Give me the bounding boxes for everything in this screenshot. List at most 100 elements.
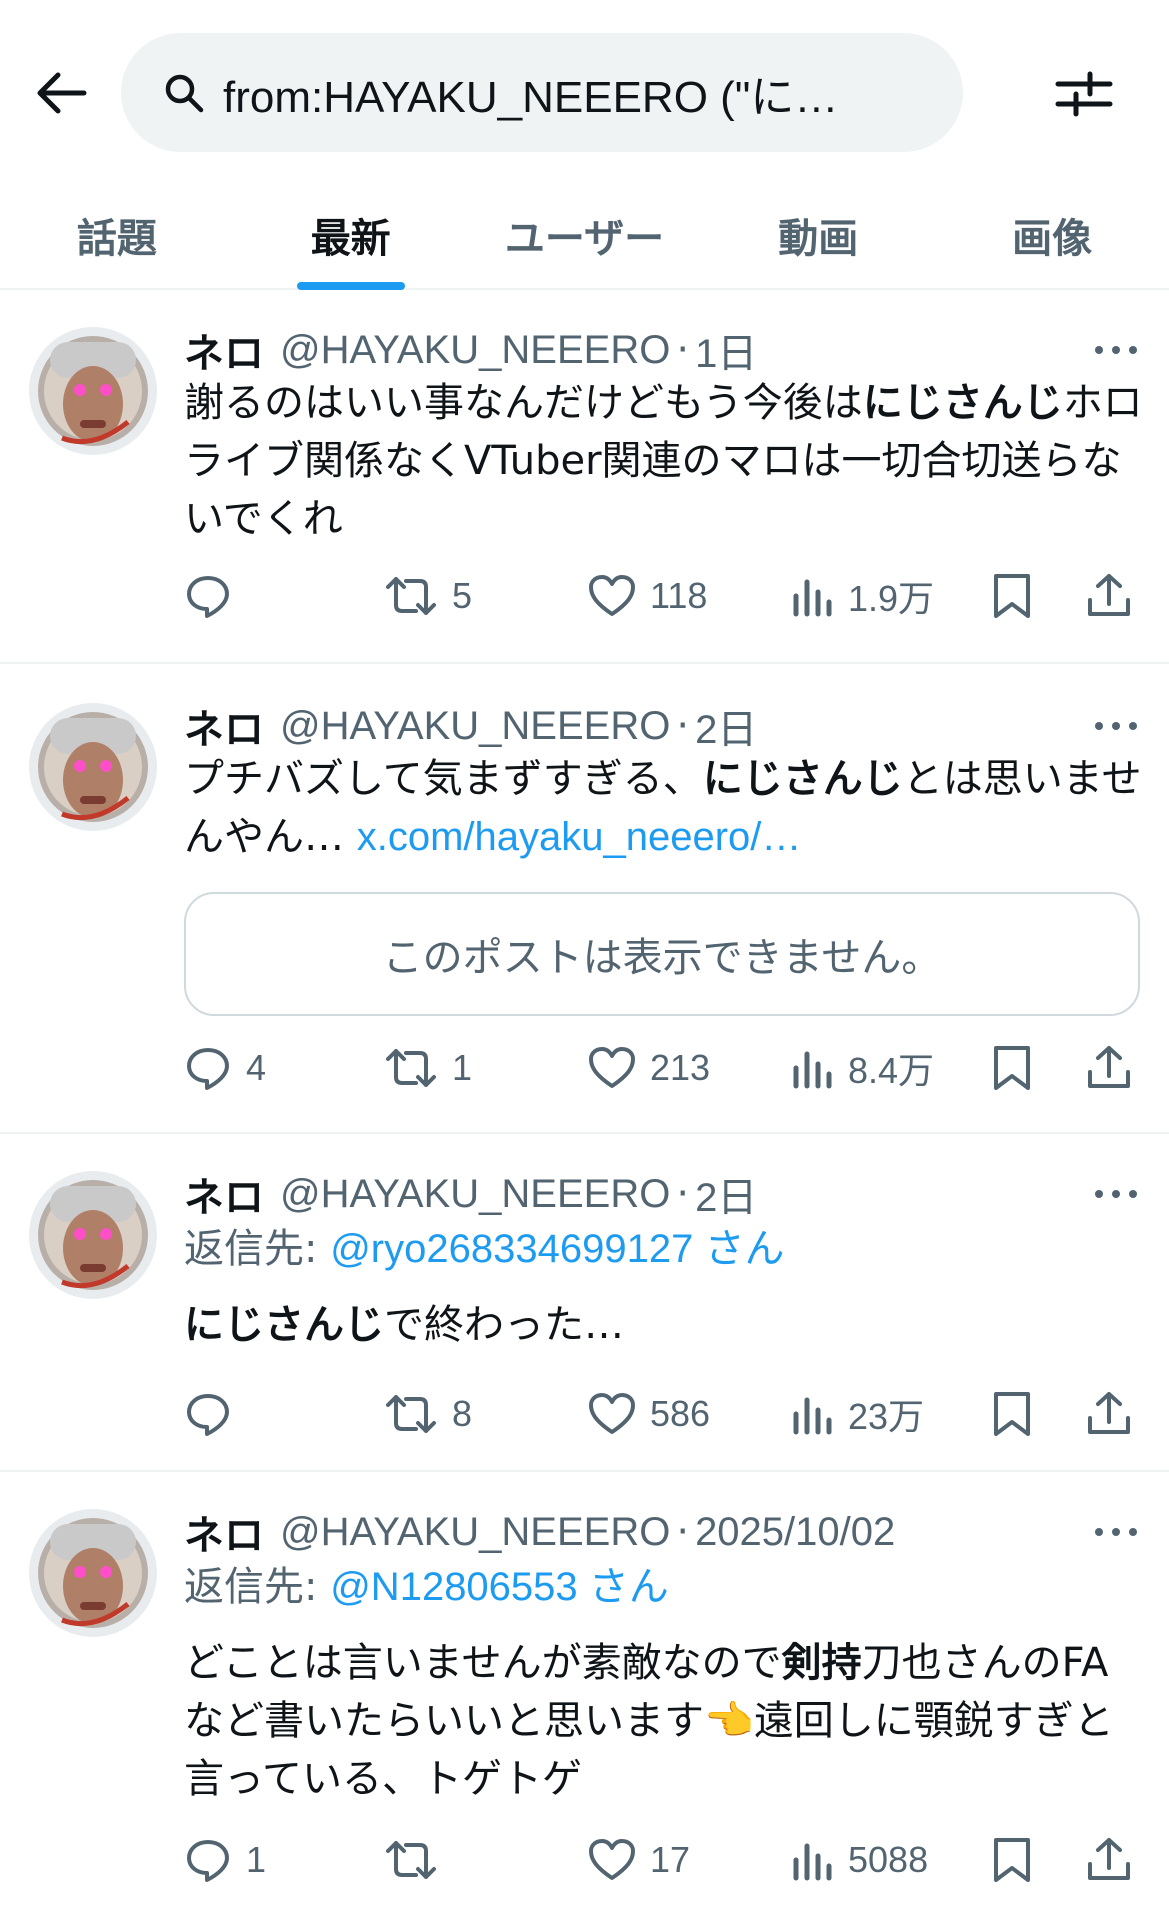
tab-videos[interactable]: 動画: [701, 182, 935, 288]
tweet[interactable]: ネロ @HAYAKU_NEEERO · 1日 謝るのはいい事なんだけどもう今後は…: [0, 290, 1169, 664]
more-dots-icon: [1095, 1528, 1137, 1536]
views-button[interactable]: 23万: [792, 1384, 924, 1444]
avatar[interactable]: [28, 1170, 158, 1300]
tweet[interactable]: ネロ @HAYAKU_NEEERO · 2025/10/02 返信先: @N12…: [0, 1472, 1169, 1921]
bookmark-icon: [994, 1838, 1030, 1882]
avatar[interactable]: [28, 702, 158, 832]
search-tabs: 話題 最新 ユーザー 動画 画像: [0, 182, 1169, 290]
tweet[interactable]: ネロ @HAYAKU_NEEERO · 2日 返信先: @ryo26833469…: [0, 1134, 1169, 1472]
like-button[interactable]: 586: [588, 1384, 710, 1444]
repost-button[interactable]: [384, 1830, 452, 1890]
back-arrow-icon: [37, 72, 87, 114]
reply-button[interactable]: [184, 1384, 246, 1444]
tweet-actions: 5 118 1.9万: [184, 566, 1144, 626]
repost-count: 1: [452, 1047, 473, 1088]
bookmark-button[interactable]: [992, 1384, 1032, 1444]
back-button[interactable]: [30, 62, 92, 124]
avatar[interactable]: [28, 1508, 158, 1638]
tweet-time[interactable]: 1日: [695, 321, 757, 379]
highlighted-term: にじさんじ: [702, 756, 903, 802]
repost-count: 5: [452, 575, 473, 616]
repost-button[interactable]: 8: [384, 1384, 472, 1444]
repost-icon: [386, 1841, 436, 1879]
view-count: 23万: [848, 1396, 925, 1437]
view-count: 8.4万: [848, 1050, 935, 1091]
repost-button[interactable]: 5: [384, 566, 472, 626]
tab-label: 最新: [310, 216, 391, 262]
tweet-time[interactable]: 2日: [695, 1165, 757, 1223]
display-name[interactable]: ネロ: [184, 697, 264, 755]
search-input[interactable]: from:HAYAKU_NEEERO ("に…: [121, 33, 963, 152]
reply-icon: [187, 1048, 229, 1090]
share-icon: [1088, 1046, 1130, 1088]
like-button[interactable]: 17: [588, 1830, 690, 1890]
more-dots-icon: [1095, 1190, 1137, 1198]
reply-count: 1: [246, 1839, 267, 1880]
tab-media[interactable]: 画像: [935, 182, 1169, 288]
text-segment: どことは言いませんが素敵なので: [184, 1640, 782, 1686]
like-count: 118: [650, 575, 708, 616]
separator-dot: ·: [676, 703, 690, 749]
user-handle[interactable]: @HAYAKU_NEEERO: [280, 328, 670, 373]
search-filter-button[interactable]: [1048, 60, 1120, 128]
views-button[interactable]: 5088: [792, 1830, 928, 1890]
heart-icon: [589, 1839, 635, 1880]
like-count: 17: [650, 1839, 691, 1880]
tab-top[interactable]: 話題: [0, 182, 234, 288]
bookmark-icon: [994, 574, 1030, 618]
avatar-image-icon: [29, 703, 157, 831]
views-button[interactable]: 1.9万: [792, 566, 934, 626]
reply-button[interactable]: 4: [184, 1038, 266, 1098]
display-name[interactable]: ネロ: [184, 1165, 264, 1223]
more-options-button[interactable]: [1091, 1512, 1141, 1552]
bookmark-button[interactable]: [992, 566, 1032, 626]
reply-to-link[interactable]: @N12806553 さん: [330, 1565, 669, 1609]
highlighted-term: にじさんじ: [862, 380, 1063, 426]
user-handle[interactable]: @HAYAKU_NEEERO: [280, 1172, 670, 1217]
user-handle[interactable]: @HAYAKU_NEEERO: [280, 704, 670, 749]
text-segment: 謝るのはいい事なんだけどもう今後は: [184, 380, 863, 426]
tab-label: 画像: [1012, 216, 1093, 262]
repost-button[interactable]: 1: [384, 1038, 472, 1098]
like-button[interactable]: 118: [588, 566, 707, 626]
highlighted-term: 剣持: [781, 1640, 862, 1686]
repost-icon: [386, 1049, 436, 1087]
display-name[interactable]: ネロ: [184, 321, 264, 379]
heart-icon: [589, 1047, 635, 1088]
tab-people[interactable]: ユーザー: [468, 182, 702, 288]
analytics-icon: [793, 579, 832, 617]
repost-count: 8: [452, 1393, 473, 1434]
share-button[interactable]: [1086, 1038, 1132, 1098]
bookmark-button[interactable]: [992, 1038, 1032, 1098]
tweet-header: ネロ @HAYAKU_NEEERO · 1日: [184, 320, 757, 380]
views-button[interactable]: 8.4万: [792, 1038, 934, 1098]
repost-icon: [386, 1395, 436, 1433]
tab-latest[interactable]: 最新: [234, 182, 468, 290]
more-options-button[interactable]: [1091, 706, 1141, 746]
tweet-time[interactable]: 2025/10/02: [695, 1510, 895, 1555]
avatar[interactable]: [28, 326, 158, 456]
like-button[interactable]: 213: [588, 1038, 710, 1098]
tab-label: 話題: [76, 216, 157, 262]
reply-button[interactable]: 1: [184, 1830, 266, 1890]
share-button[interactable]: [1086, 566, 1132, 626]
reply-button[interactable]: [184, 566, 246, 626]
user-handle[interactable]: @HAYAKU_NEEERO: [280, 1510, 670, 1555]
share-button[interactable]: [1086, 1830, 1132, 1890]
reply-to-link[interactable]: @ryo268334699127 さん: [330, 1227, 784, 1271]
more-options-button[interactable]: [1091, 330, 1141, 370]
share-icon: [1088, 1838, 1130, 1880]
more-options-button[interactable]: [1091, 1174, 1141, 1214]
avatar-image-icon: [29, 1509, 157, 1637]
tweet-time[interactable]: 2日: [695, 697, 757, 755]
tweet[interactable]: ネロ @HAYAKU_NEEERO · 2日 プチバズして気まずすぎる、にじさん…: [0, 664, 1169, 1134]
tweet-text: プチバズして気まずすぎる、にじさんじとは思いませんやん… x.com/hayak…: [184, 750, 1144, 866]
bookmark-button[interactable]: [992, 1830, 1032, 1890]
share-button[interactable]: [1086, 1384, 1132, 1444]
tweet-link[interactable]: x.com/hayaku_neeero/…: [357, 815, 802, 859]
share-icon: [1088, 574, 1130, 616]
separator-dot: ·: [676, 1509, 690, 1555]
reply-icon: [187, 576, 229, 618]
display-name[interactable]: ネロ: [184, 1503, 264, 1561]
like-count: 586: [650, 1393, 711, 1434]
